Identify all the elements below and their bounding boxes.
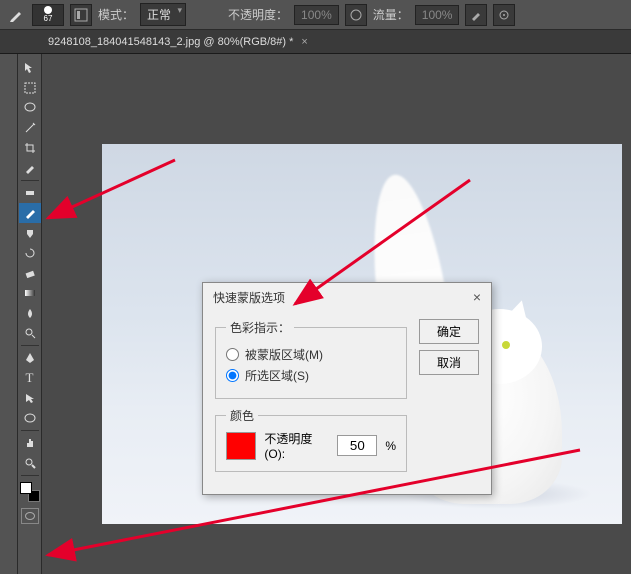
color-legend: 颜色 (226, 407, 258, 424)
foreground-color-swatch[interactable] (20, 482, 32, 494)
dialog-title-text: 快速蒙版选项 (213, 289, 285, 306)
pressure-opacity-icon[interactable] (345, 4, 367, 26)
blur-tool-icon[interactable] (19, 303, 41, 323)
brush-tool-icon (6, 5, 26, 25)
color-indicates-group: 色彩指示： 被蒙版区域(M) 所选区域(S) (215, 319, 407, 399)
color-indicates-legend: 色彩指示： (226, 319, 294, 336)
path-selection-tool-icon[interactable] (19, 388, 41, 408)
magic-wand-tool-icon[interactable] (19, 118, 41, 138)
move-tool-icon[interactable] (19, 58, 41, 78)
panel-collapse-strip[interactable] (0, 54, 18, 574)
masked-areas-radio[interactable]: 被蒙版区域(M) (226, 346, 396, 363)
close-tab-icon[interactable]: × (301, 36, 307, 48)
brush-tool-icon[interactable] (19, 203, 41, 223)
color-group-fieldset: 颜色 不透明度(O): % (215, 407, 407, 472)
blend-mode-dropdown[interactable]: 正常 (140, 3, 186, 26)
close-icon[interactable]: × (473, 289, 481, 305)
masked-areas-radio-input[interactable] (226, 348, 239, 361)
masked-areas-label: 被蒙版区域(M) (245, 346, 323, 363)
brush-size-value: 67 (44, 14, 53, 23)
toolbox: T (18, 54, 42, 574)
selected-areas-label: 所选区域(S) (245, 367, 309, 384)
dodge-tool-icon[interactable] (19, 323, 41, 343)
eyedropper-tool-icon[interactable] (19, 158, 41, 178)
document-tab[interactable]: 9248108_184041548143_2.jpg @ 80%(RGB/8#)… (40, 32, 316, 52)
crop-tool-icon[interactable] (19, 138, 41, 158)
selected-areas-radio-input[interactable] (226, 369, 239, 382)
opacity-input[interactable] (337, 435, 377, 456)
opacity-input[interactable]: 100% (294, 5, 339, 25)
opacity-label: 不透明度(O): (264, 430, 329, 461)
mode-label: 模式： (98, 6, 134, 23)
flow-label: 流量： (373, 6, 409, 23)
selected-areas-radio[interactable]: 所选区域(S) (226, 367, 396, 384)
pen-tool-icon[interactable] (19, 348, 41, 368)
canvas-area[interactable]: 快速蒙版选项 × 色彩指示： 被蒙版区域(M) (42, 54, 631, 574)
shape-tool-icon[interactable] (19, 408, 41, 428)
gradient-tool-icon[interactable] (19, 283, 41, 303)
pressure-size-icon[interactable] (493, 4, 515, 26)
healing-brush-tool-icon[interactable] (19, 183, 41, 203)
zoom-tool-icon[interactable] (19, 453, 41, 473)
dialog-titlebar[interactable]: 快速蒙版选项 × (203, 283, 491, 311)
airbrush-icon[interactable] (465, 4, 487, 26)
opacity-label: 不透明度： (228, 6, 288, 23)
options-bar: 67 模式： 正常 不透明度： 100% 流量： 100% (0, 0, 631, 30)
quick-mask-toggle-icon[interactable] (21, 508, 39, 524)
marquee-tool-icon[interactable] (19, 78, 41, 98)
cancel-button[interactable]: 取消 (419, 350, 479, 375)
type-tool-icon[interactable]: T (19, 368, 41, 388)
quick-mask-options-dialog: 快速蒙版选项 × 色彩指示： 被蒙版区域(M) (202, 282, 492, 495)
document-tab-bar: 9248108_184041548143_2.jpg @ 80%(RGB/8#)… (0, 30, 631, 54)
history-brush-tool-icon[interactable] (19, 243, 41, 263)
lasso-tool-icon[interactable] (19, 98, 41, 118)
hand-tool-icon[interactable] (19, 433, 41, 453)
clone-stamp-tool-icon[interactable] (19, 223, 41, 243)
percent-label: % (385, 439, 396, 453)
eraser-tool-icon[interactable] (19, 263, 41, 283)
flow-input[interactable]: 100% (415, 5, 460, 25)
ok-button[interactable]: 确定 (419, 319, 479, 344)
mask-color-swatch[interactable] (226, 432, 256, 460)
color-swap[interactable] (20, 482, 40, 502)
brush-panel-toggle-icon[interactable] (70, 4, 92, 26)
brush-preset-picker[interactable]: 67 (32, 4, 64, 26)
document-tab-label: 9248108_184041548143_2.jpg @ 80%(RGB/8#)… (48, 36, 293, 48)
